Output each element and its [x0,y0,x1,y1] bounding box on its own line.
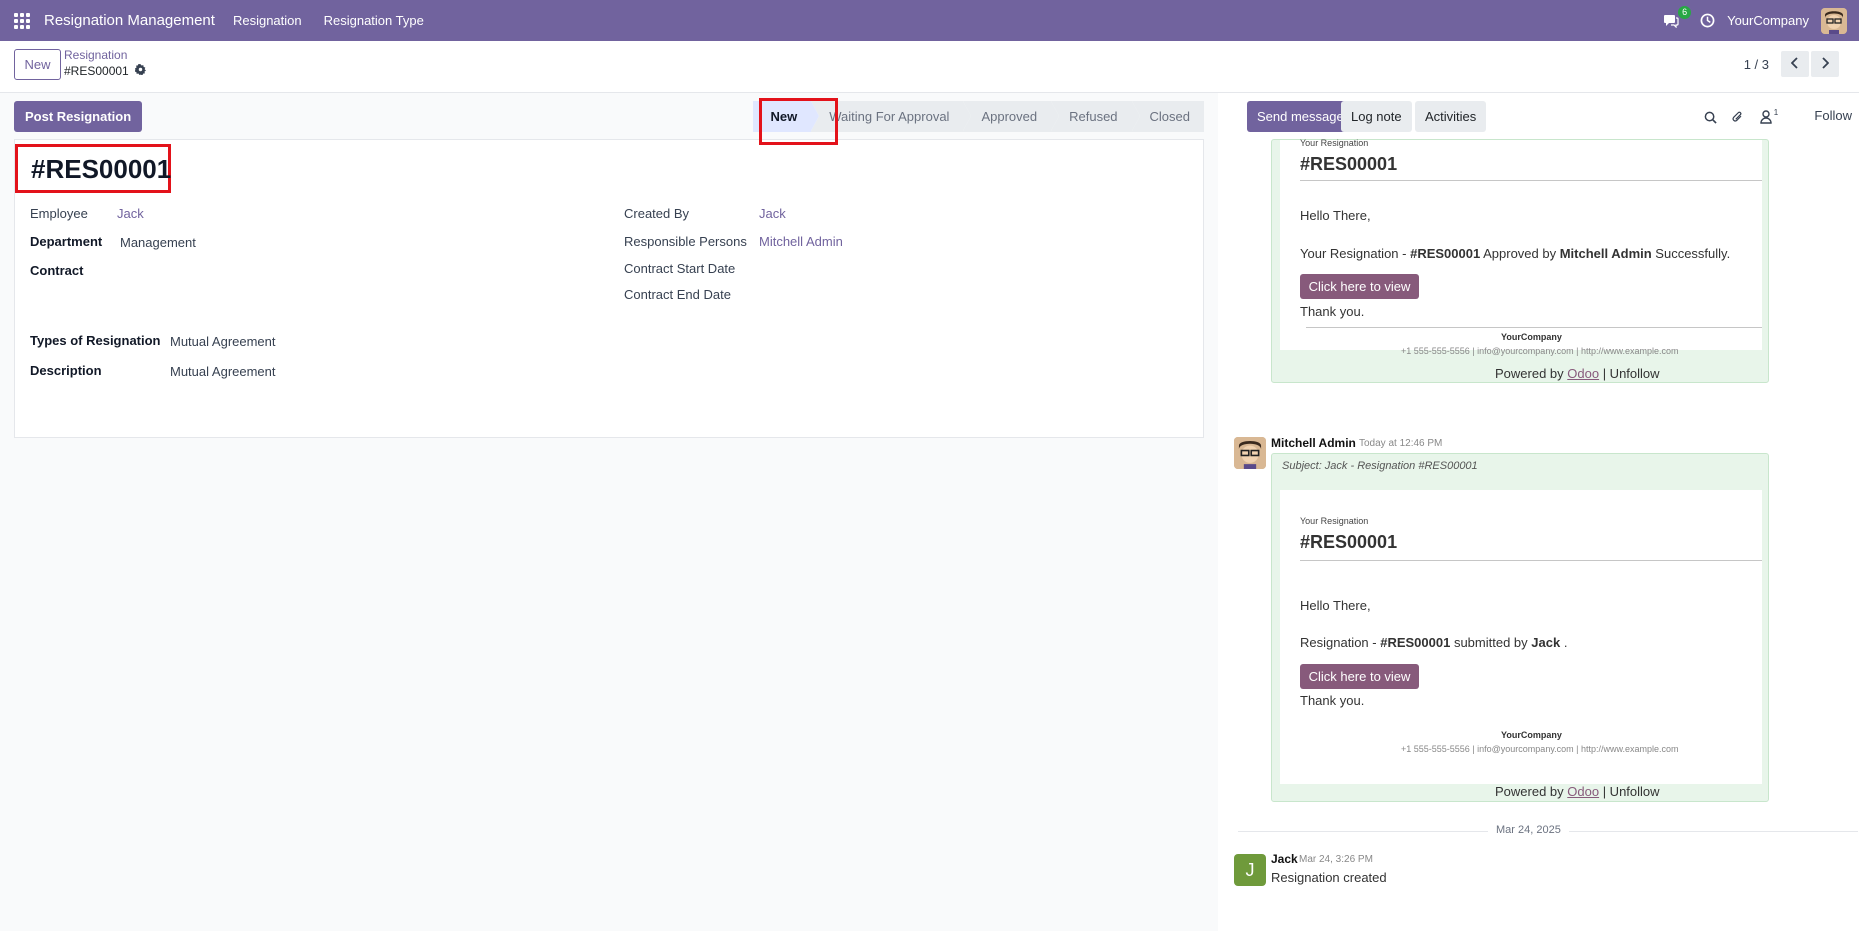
chat-icon[interactable]: 6 [1659,5,1692,33]
form-view: Post Resignation New Waiting For Approva… [0,93,1218,931]
stage-new[interactable]: New [752,101,819,132]
divider [1300,560,1762,561]
message-card: Your Resignation #RES00001 Hello There, … [1271,138,1769,383]
mail-thanks: Thank you. [1300,693,1365,708]
paperclip-icon[interactable] [1728,108,1746,126]
contract-label: Contract [30,263,84,278]
mail-body-text: Resignation - #RES00001 submitted by Jac… [1300,635,1568,650]
mail-thanks: Thank you. [1300,304,1365,319]
contract-end-date-label: Contract End Date [624,287,731,302]
menu-resignation[interactable]: Resignation [233,13,302,28]
mail-header: Your Resignation [1300,516,1369,526]
click-here-to-view-button[interactable]: Click here to view [1300,664,1419,689]
mail-body-text: Your Resignation - #RES00001 Approved by… [1300,246,1731,261]
control-panel: New Resignation #RES00001 1 / 3 [0,41,1859,93]
employee-value[interactable]: Jack [117,206,144,221]
date-separator: Mar 24, 2025 [1488,824,1569,836]
search-icon[interactable] [1701,108,1719,126]
user-avatar[interactable] [1821,7,1847,34]
responsible-persons-label: Responsible Persons [624,234,747,249]
message-author[interactable]: Jack [1271,852,1298,866]
mail-title: #RES00001 [1300,154,1398,174]
powered-by: Powered by Odoo | Unfollow [1495,784,1660,799]
mail-footer: +1 555-555-5556 | info@yourcompany.com |… [1401,744,1679,754]
chevron-right-icon [1821,56,1830,72]
followers-count: 1 [1773,107,1779,117]
stage-approved[interactable]: Approved [963,101,1059,132]
pager: 1 / 3 [1744,51,1839,77]
followers-icon[interactable]: 1 [1756,108,1782,126]
form-sheet: #RES00001 Employee Jack Department Manag… [14,139,1204,438]
mail-body: Your Resignation #RES00001 Hello There, … [1280,490,1762,784]
record-title: #RES00001 [31,154,172,184]
send-message-button[interactable]: Send message [1247,101,1354,132]
mail-company: YourCompany [1501,730,1562,740]
chatter-topbar: Send message Log note Activities 1 Follo… [1232,101,1852,132]
powered-by: Powered by Odoo | Unfollow [1495,366,1660,381]
breadcrumb-parent-link[interactable]: Resignation [64,48,146,62]
mail-footer: +1 555-555-5556 | info@yourcompany.com |… [1401,346,1679,356]
odoo-link[interactable]: Odoo [1567,366,1599,381]
pager-previous-button[interactable] [1781,51,1809,77]
chatter-panel: Send message Log note Activities 1 Follo… [1218,93,1859,931]
created-by-label: Created By [624,206,690,221]
odoo-link[interactable]: Odoo [1567,784,1599,799]
description-value[interactable]: Mutual Agreement [170,364,276,379]
mail-company: YourCompany [1501,332,1562,342]
stage-waiting-for-approval[interactable]: Waiting For Approval [811,101,972,132]
breadcrumb: Resignation #RES00001 [64,48,146,78]
top-navbar: Resignation Management Resignation Resig… [0,0,1859,41]
pager-value[interactable]: 1 / 3 [1744,57,1769,72]
message-text: Resignation created [1271,870,1387,885]
app-name[interactable]: Resignation Management [44,12,215,29]
responsible-persons-value[interactable]: Mitchell Admin [759,234,843,249]
stage-closed[interactable]: Closed [1131,101,1204,132]
message-time: Today at 12:46 PM [1359,438,1443,449]
mail-body: Your Resignation #RES00001 Hello There, … [1280,138,1762,356]
activity-clock-icon[interactable] [1697,11,1717,31]
stage-refused[interactable]: Refused [1051,101,1140,132]
types-of-resignation-value[interactable]: Mutual Agreement [170,334,276,349]
activities-button[interactable]: Activities [1415,101,1487,132]
breadcrumb-current: #RES00001 [64,64,129,78]
avatar[interactable]: J [1234,854,1266,886]
employee-label: Employee [30,206,88,221]
menu-resignation-type[interactable]: Resignation Type [324,13,424,28]
department-value[interactable]: Management [120,235,196,250]
post-resignation-button[interactable]: Post Resignation [14,101,143,132]
chevron-left-icon [1790,56,1799,72]
department-label: Department [30,234,103,249]
chat-count-badge: 6 [1678,5,1692,19]
mail-greeting: Hello There, [1300,598,1371,613]
mail-title: #RES00001 [1300,532,1398,552]
form-statusbar: Post Resignation New Waiting For Approva… [14,98,1204,145]
company-switcher[interactable]: YourCompany [1727,13,1809,28]
apps-menu-icon[interactable] [0,0,44,41]
stage-pipeline: New Waiting For Approval Approved Refuse… [752,101,1204,132]
message-subject: Subject: Jack - Resignation #RES00001 [1282,460,1478,472]
message-time: Mar 24, 3:26 PM [1299,854,1373,865]
contract-start-date-label: Contract Start Date [624,261,736,276]
new-record-button[interactable]: New [14,49,61,80]
description-label: Description [30,363,102,378]
divider [1300,180,1762,181]
types-of-resignation-label: Types of Resignation [30,333,161,348]
avatar[interactable] [1234,437,1266,469]
message-author[interactable]: Mitchell Admin [1271,436,1356,450]
mail-greeting: Hello There, [1300,208,1371,223]
follow-button[interactable]: Follow [1814,108,1852,123]
message-card: Subject: Jack - Resignation #RES00001 Yo… [1271,453,1769,802]
mail-header: Your Resignation [1300,138,1369,148]
log-note-button[interactable]: Log note [1341,101,1412,132]
divider [1306,327,1762,328]
created-by-value[interactable]: Jack [759,206,786,221]
click-here-to-view-button[interactable]: Click here to view [1300,274,1419,299]
pager-next-button[interactable] [1811,51,1839,77]
gear-icon[interactable] [134,63,146,78]
